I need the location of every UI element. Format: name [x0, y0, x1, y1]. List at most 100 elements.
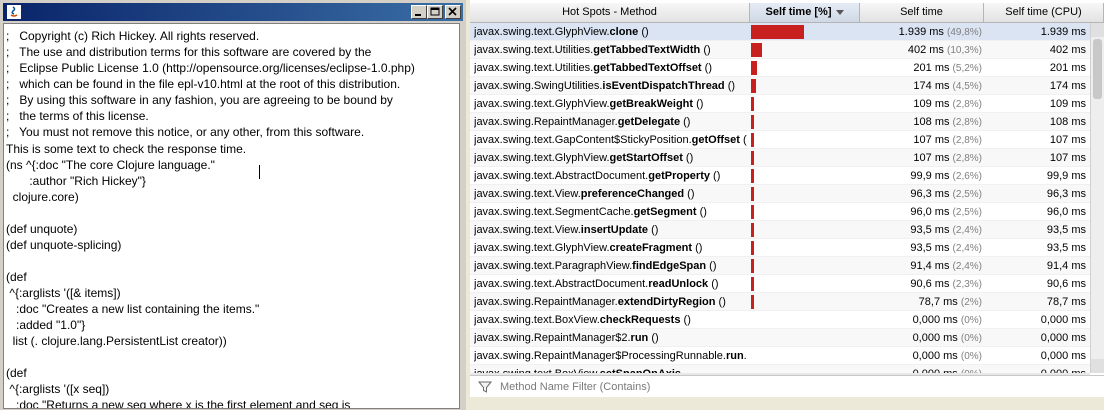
method-cell: javax.swing.text.Utilities.getTabbedText… — [474, 59, 747, 77]
close-button[interactable] — [445, 5, 461, 19]
table-row[interactable]: javax.swing.SwingUtilities.isEventDispat… — [470, 77, 1090, 95]
self-time-value: 78,7 ms — [918, 296, 958, 308]
code-line: ; You must not remove this notice, or an… — [6, 125, 365, 139]
self-time-bar-cell — [751, 331, 858, 345]
table-row[interactable]: javax.swing.RepaintManager.extendDirtyRe… — [470, 293, 1090, 311]
table-row[interactable]: javax.swing.text.Utilities.getTabbedText… — [470, 41, 1090, 59]
method-package: javax.swing.text.GlyphView. — [474, 152, 610, 164]
scroll-up-button[interactable] — [1091, 23, 1104, 37]
method-package: javax.swing.RepaintManager$ProcessingRun… — [474, 350, 726, 362]
table-row[interactable]: javax.swing.text.View.insertUpdate () 93,… — [470, 221, 1090, 239]
table-row[interactable]: javax.swing.RepaintManager$2.run () 0,000… — [470, 329, 1090, 347]
method-name: clone — [609, 26, 639, 38]
editor-titlebar[interactable] — [3, 3, 463, 21]
method-name: getProperty — [648, 170, 710, 182]
self-time-cell: 174 ms (4,5%) — [858, 77, 982, 96]
method-name: run — [725, 350, 744, 362]
self-time-value: 108 ms — [913, 116, 950, 128]
java-app-icon[interactable] — [7, 5, 21, 19]
self-time-cell: 96,3 ms (2,5%) — [858, 185, 982, 204]
method-suffix: () — [648, 224, 659, 236]
table-row[interactable]: javax.swing.text.GlyphView.getStartOffse… — [470, 149, 1090, 167]
self-time-percent: (2%) — [960, 297, 982, 308]
column-header-self-time-percent[interactable]: Self time [%] — [750, 3, 860, 23]
self-time-value: 107 ms — [913, 152, 950, 164]
method-name: run — [630, 332, 649, 344]
self-time-percent: (2,5%) — [952, 189, 982, 200]
column-header-self-time[interactable]: Self time — [860, 3, 984, 23]
table-row[interactable]: javax.swing.text.SegmentCache.getSegment… — [470, 203, 1090, 221]
self-time-cell: 0,000 ms (0%) — [858, 365, 982, 373]
table-row[interactable]: javax.swing.text.BoxView.checkRequests (… — [470, 311, 1090, 329]
self-time-bar-cell — [751, 97, 858, 111]
column-header-self-time-cpu[interactable]: Self time (CPU) — [984, 3, 1104, 23]
self-time-cell: 90,6 ms (2,3%) — [858, 275, 982, 294]
self-time-bar-cell — [751, 295, 858, 309]
editor-window: ; Copyright (c) Rich Hickey. All rights … — [0, 0, 466, 410]
self-time-bar — [751, 115, 754, 129]
table-row[interactable]: javax.swing.text.AbstractDocument.readUn… — [470, 275, 1090, 293]
scroll-thumb[interactable] — [1093, 39, 1102, 99]
table-row[interactable]: javax.swing.text.AbstractDocument.getPro… — [470, 167, 1090, 185]
maximize-button[interactable] — [427, 5, 443, 19]
code-line: :author "Rich Hickey"} — [6, 174, 146, 188]
table-row[interactable]: javax.swing.text.ParagraphView.findEdgeS… — [470, 257, 1090, 275]
hot-spots-table[interactable]: javax.swing.text.GlyphView. clone () 1.939… — [470, 23, 1090, 373]
method-name-filter-input[interactable] — [500, 378, 1100, 396]
self-time-value: 93,5 ms — [910, 242, 950, 254]
self-time-cell: 93,5 ms (2,4%) — [858, 239, 982, 258]
method-cell: javax.swing.RepaintManager.getDelegate (… — [474, 113, 747, 131]
self-time-cell: 402 ms (10,3%) — [858, 41, 982, 60]
self-time-cell: 96,0 ms (2,5%) — [858, 203, 982, 222]
table-row[interactable]: javax.swing.text.BoxView.setSpanOnAxis 0,… — [470, 365, 1090, 373]
self-time-cell: 78,7 ms (2%) — [858, 293, 982, 312]
method-name: checkRequests — [599, 314, 681, 326]
self-time-percent: (2,5%) — [952, 207, 982, 218]
column-header-self-time-label: Self time — [900, 6, 943, 18]
self-time-cpu-cell: 0,000 ms — [982, 365, 1086, 373]
method-name: getTabbedTextOffset — [593, 62, 702, 74]
table-row[interactable]: javax.swing.text.GapContent$StickyPositi… — [470, 131, 1090, 149]
method-package: javax.swing.text.View. — [474, 188, 581, 200]
vertical-scrollbar[interactable] — [1090, 23, 1104, 373]
self-time-cell: 1.939 ms (49,8%) — [858, 23, 982, 42]
method-package: javax.swing.RepaintManager$2. — [474, 332, 631, 344]
column-header-method[interactable]: Hot Spots - Method — [470, 3, 750, 23]
table-row[interactable]: javax.swing.text.GlyphView.clone () 1.939… — [470, 23, 1090, 41]
self-time-cpu-cell: 1.939 ms — [1040, 26, 1086, 38]
self-time-value: 96,3 ms — [910, 188, 950, 200]
table-header: Hot Spots - Method Self time [%] Self ti… — [470, 3, 1104, 23]
method-cell: javax.swing.text.GlyphView.createFragmen… — [474, 239, 747, 257]
self-time-bar-cell — [751, 259, 858, 273]
method-suffix: () — [701, 62, 712, 74]
table-row[interactable]: javax.swing.text.View.preferenceChanged … — [470, 185, 1090, 203]
method-cell: javax.swing.text.BoxView.checkRequests (… — [474, 311, 747, 329]
table-row[interactable]: javax.swing.RepaintManager$ProcessingRun… — [470, 347, 1090, 365]
code-line: (ns ^{:doc "The core Clojure language." — [6, 158, 215, 172]
method-suffix: () — [743, 134, 747, 146]
code-text-area[interactable]: ; Copyright (c) Rich Hickey. All rights … — [3, 23, 460, 409]
self-time-cell: 93,5 ms (2,4%) — [858, 221, 982, 240]
table-row[interactable]: javax.swing.text.Utilities.getTabbedText… — [470, 59, 1090, 77]
method-package: javax.swing.text.AbstractDocument. — [474, 170, 649, 182]
method-suffix: . — [743, 350, 747, 362]
self-time-bar-cell — [751, 277, 858, 291]
method-suffix: () — [680, 116, 691, 128]
self-time-value: 90,6 ms — [910, 278, 950, 290]
filter-funnel-icon[interactable] — [477, 380, 493, 394]
code-line: ^{:arglists '([x seq]) — [6, 382, 110, 396]
self-time-bar-cell — [751, 133, 858, 147]
table-row[interactable]: javax.swing.text.GlyphView.createFragmen… — [470, 239, 1090, 257]
self-time-percent: (0%) — [960, 351, 982, 362]
table-row[interactable]: javax.swing.RepaintManager.getDelegate (… — [470, 113, 1090, 131]
scroll-down-button[interactable] — [1091, 359, 1104, 373]
self-time-cpu-cell: 99,9 ms — [1046, 170, 1086, 182]
self-time-bar — [751, 205, 754, 219]
minimize-button[interactable] — [411, 5, 427, 19]
self-time-cell: 0,000 ms (0%) — [858, 311, 982, 330]
table-row[interactable]: javax.swing.text.GlyphView.getBreakWeigh… — [470, 95, 1090, 113]
method-package: javax.swing.text.SegmentCache. — [474, 206, 634, 218]
method-name: getBreakWeight — [609, 98, 694, 110]
self-time-value: 91,4 ms — [910, 260, 950, 272]
method-package: javax.swing.text.GlyphView. — [474, 242, 610, 254]
